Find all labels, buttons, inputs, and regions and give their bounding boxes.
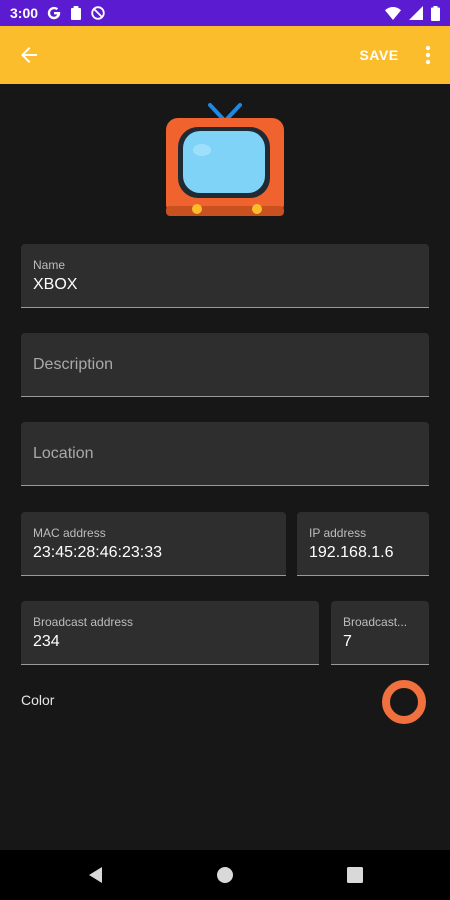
clipboard-icon <box>70 6 82 20</box>
nav-recents-icon <box>347 867 363 883</box>
google-g-icon <box>47 6 61 20</box>
arrow-back-icon <box>21 47 37 63</box>
nav-home-icon <box>217 867 233 883</box>
wifi-icon <box>385 6 401 20</box>
nav-back-icon <box>89 867 102 883</box>
ip-address-field[interactable]: IP address 192.168.1.6 <box>297 512 429 576</box>
mac-address-value: 23:45:28:46:23:33 <box>33 544 163 561</box>
broadcast-address-label: Broadcast address <box>33 615 134 629</box>
nav-back-button[interactable] <box>82 862 108 888</box>
more-vert-icon <box>425 45 431 65</box>
broadcast-port-field[interactable]: Broadcast... 7 <box>331 601 429 665</box>
back-button[interactable] <box>12 38 46 72</box>
broadcast-address-value: 234 <box>33 633 60 650</box>
name-label: Name <box>33 258 66 272</box>
description-field[interactable]: Description <box>21 333 429 397</box>
signal-icon <box>409 6 423 20</box>
location-placeholder: Location <box>33 445 94 462</box>
color-swatch-button[interactable] <box>382 680 426 724</box>
ip-address-value: 192.168.1.6 <box>309 544 394 561</box>
nav-recents-button[interactable] <box>342 862 368 888</box>
more-options-button[interactable] <box>414 40 442 70</box>
app-bar: SAVE <box>0 26 450 84</box>
name-field[interactable]: Name XBOX <box>21 244 429 308</box>
status-time: 3:00 <box>10 5 39 21</box>
retro-tv-icon <box>166 103 284 216</box>
at-sign-icon <box>91 6 105 20</box>
status-left: 3:00 <box>10 5 105 21</box>
color-label: Color <box>21 692 55 708</box>
status-bar: 3:00 <box>0 0 450 26</box>
broadcast-port-value: 7 <box>343 633 352 650</box>
mac-address-label: MAC address <box>33 526 106 540</box>
mac-address-field[interactable]: MAC address 23:45:28:46:23:33 <box>21 512 286 576</box>
description-placeholder: Description <box>33 356 114 373</box>
navigation-bar <box>0 850 450 900</box>
broadcast-port-label: Broadcast... <box>343 615 408 629</box>
save-button[interactable]: SAVE <box>352 40 406 70</box>
status-right <box>385 5 440 21</box>
name-value: XBOX <box>33 276 78 293</box>
device-image[interactable] <box>164 100 286 222</box>
battery-icon <box>431 5 440 21</box>
ip-address-label: IP address <box>309 526 367 540</box>
broadcast-address-field[interactable]: Broadcast address 234 <box>21 601 319 665</box>
location-field[interactable]: Location <box>21 422 429 486</box>
nav-home-button[interactable] <box>212 862 238 888</box>
